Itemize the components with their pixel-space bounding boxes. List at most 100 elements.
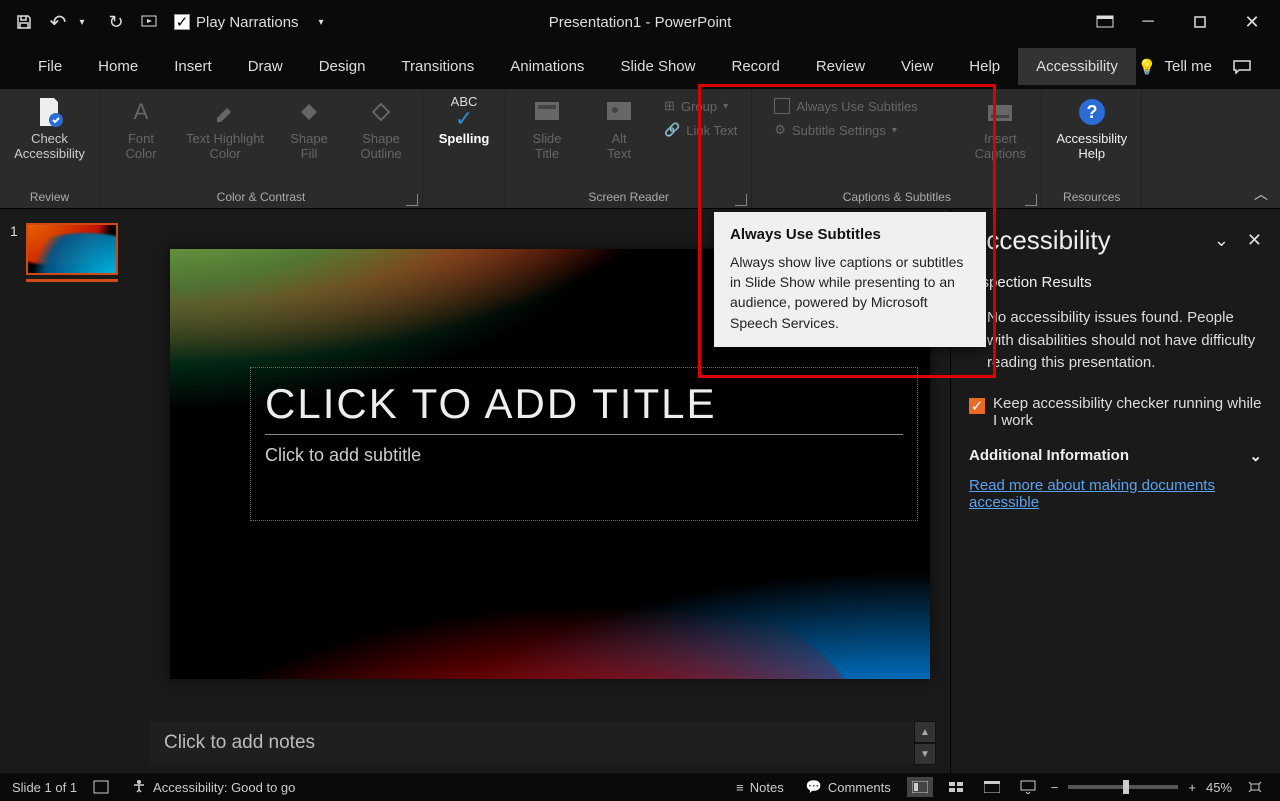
menu-draw[interactable]: Draw	[230, 48, 301, 85]
panel-title: Accessibility	[969, 225, 1111, 256]
chevron-down-icon: ⌄	[1249, 447, 1262, 465]
comments-pane-icon[interactable]	[1222, 52, 1262, 82]
notes-scroll: ▲ ▼	[914, 721, 936, 765]
comments-toggle-button[interactable]: 💬Comments	[800, 775, 897, 799]
notes-toggle-button[interactable]: ≡Notes	[730, 776, 790, 799]
help-icon: ?	[1078, 95, 1106, 129]
normal-view-button[interactable]	[907, 777, 933, 797]
shape-outline-button: Shape Outline	[348, 93, 414, 163]
text-highlight-button: Text Highlight Color	[180, 93, 270, 163]
ribbon-group-resources-label: Resources	[1063, 188, 1120, 206]
undo-icon[interactable]: ↶	[48, 12, 68, 32]
subtitle-settings-button[interactable]: ⚙Subtitle Settings ▾	[768, 119, 923, 141]
ribbon-group-review: Check Accessibility Review	[0, 89, 100, 208]
zoom-out-button[interactable]: −	[1051, 780, 1059, 795]
save-icon[interactable]	[14, 12, 34, 32]
menu-home[interactable]: Home	[80, 48, 156, 85]
notes-input[interactable]: Click to add notes ▲ ▼	[150, 721, 936, 765]
maximize-button[interactable]	[1180, 7, 1220, 37]
keep-running-toggle[interactable]: ✓ Keep accessibility checker running whi…	[969, 395, 1262, 429]
link-text-button: 🔗Link Text	[658, 119, 743, 141]
tell-me-label: Tell me	[1164, 58, 1212, 75]
inspection-results-body: No accessibility issues found. People wi…	[969, 297, 1262, 389]
check-accessibility-icon	[34, 95, 64, 129]
title-bar: ↶ ▾ ↻ ✓ Play Narrations ▾ Presentation1 …	[0, 0, 1280, 44]
comments-icon: 💬	[806, 779, 822, 795]
subtitle-text: Click to add subtitle	[265, 445, 903, 466]
fit-to-window-button[interactable]	[1242, 777, 1268, 797]
accessibility-panel: Accessibility ⌄ ✕ Inspection Results No …	[950, 209, 1280, 773]
start-from-beginning-icon[interactable]	[140, 12, 160, 32]
panel-close-button[interactable]: ✕	[1247, 230, 1262, 251]
menu-review[interactable]: Review	[798, 48, 883, 85]
ribbon-display-options-icon[interactable]	[1094, 13, 1116, 31]
quick-access-toolbar: ↶ ▾ ↻ ✓ Play Narrations ▾	[14, 12, 324, 32]
captions-group-launcher[interactable]	[1025, 194, 1037, 206]
window-title: Presentation1 - PowerPoint	[549, 14, 732, 31]
workspace: 1 CLICK TO ADD TITLE Click to add sub	[0, 209, 1280, 773]
always-use-subtitles-toggle[interactable]: Always Use Subtitles	[768, 95, 923, 117]
checkbox-icon	[774, 98, 790, 114]
ribbon-group-captions: Always Use Subtitles ⚙Subtitle Settings …	[752, 89, 1042, 208]
panel-options-button[interactable]: ⌄	[1214, 230, 1229, 251]
tell-me-button[interactable]: 💡 Tell me	[1138, 58, 1212, 76]
status-slide-count: Slide 1 of 1	[12, 780, 77, 795]
menu-slide-show[interactable]: Slide Show	[602, 48, 713, 85]
accessibility-status-button[interactable]: Accessibility: Good to go	[125, 774, 301, 801]
additional-info-toggle[interactable]: Additional Information ⌄	[969, 447, 1262, 465]
undo-dropdown-icon[interactable]: ▾	[72, 12, 92, 32]
menu-design[interactable]: Design	[301, 48, 384, 85]
close-button[interactable]: ✕	[1232, 7, 1272, 37]
zoom-level[interactable]: 45%	[1206, 780, 1232, 795]
menu-file[interactable]: File	[20, 48, 80, 85]
menu-insert[interactable]: Insert	[156, 48, 230, 85]
slide-thumbnail[interactable]: 1	[10, 223, 118, 282]
spell-check-status-icon[interactable]	[91, 778, 111, 796]
notes-scroll-up[interactable]: ▲	[914, 721, 936, 743]
read-more-link[interactable]: Read more about making documents accessi…	[969, 477, 1262, 511]
zoom-slider[interactable]	[1068, 785, 1178, 789]
accessibility-help-button[interactable]: ? Accessibility Help	[1050, 93, 1133, 163]
zoom-in-button[interactable]: +	[1188, 780, 1196, 795]
thumbnail-underline	[26, 279, 118, 282]
menu-accessibility[interactable]: Accessibility	[1018, 48, 1136, 85]
repeat-icon[interactable]: ↻	[106, 12, 126, 32]
tooltip-title: Always Use Subtitles	[730, 224, 970, 246]
slideshow-view-button[interactable]	[1015, 777, 1041, 797]
spelling-button[interactable]: ABC✓ Spelling	[431, 93, 497, 148]
menu-animations[interactable]: Animations	[492, 48, 602, 85]
play-narrations-toggle[interactable]: ✓ Play Narrations ▾	[174, 14, 324, 31]
accessibility-status-label: Accessibility: Good to go	[153, 780, 295, 795]
divider	[265, 434, 903, 435]
play-narrations-label: Play Narrations	[196, 14, 299, 31]
minimize-button[interactable]: ─	[1128, 7, 1168, 37]
link-icon: 🔗	[664, 122, 680, 138]
menu-transitions[interactable]: Transitions	[383, 48, 492, 85]
shape-fill-button: Shape Fill	[276, 93, 342, 163]
font-color-icon: A	[134, 95, 149, 129]
gear-icon: ⚙	[774, 122, 786, 138]
ribbon: Check Accessibility Review AFont Color T…	[0, 89, 1280, 209]
font-color-button: AFont Color	[108, 93, 174, 163]
chevron-down-icon: ▾	[319, 17, 324, 28]
reader-group-launcher[interactable]	[735, 194, 747, 206]
menu-help[interactable]: Help	[951, 48, 1018, 85]
collapse-ribbon-button[interactable]: ︿	[1254, 184, 1268, 204]
title-placeholder[interactable]: CLICK TO ADD TITLE Click to add subtitle	[250, 367, 918, 521]
check-accessibility-button[interactable]: Check Accessibility	[8, 93, 91, 163]
tooltip-body: Always show live captions or subtitles i…	[730, 252, 970, 333]
notes-scroll-down[interactable]: ▼	[914, 743, 936, 765]
alt-text-button: Alt Text	[586, 93, 652, 163]
ribbon-group-spelling: ABC✓ Spelling	[423, 89, 505, 208]
reading-view-button[interactable]	[979, 777, 1005, 797]
color-group-launcher[interactable]	[406, 194, 418, 206]
ribbon-group-reader: Slide Title Alt Text ⊞Group ▾ 🔗Link Text…	[505, 89, 752, 208]
checkbox-icon: ✓	[969, 398, 985, 414]
menu-view[interactable]: View	[883, 48, 951, 85]
insert-captions-button[interactable]: Insert Captions	[967, 93, 1033, 163]
slide-sorter-view-button[interactable]	[943, 777, 969, 797]
slide-number: 1	[10, 223, 18, 239]
highlight-icon	[213, 95, 237, 129]
check-accessibility-label: Check Accessibility	[14, 131, 85, 161]
menu-record[interactable]: Record	[713, 48, 797, 85]
